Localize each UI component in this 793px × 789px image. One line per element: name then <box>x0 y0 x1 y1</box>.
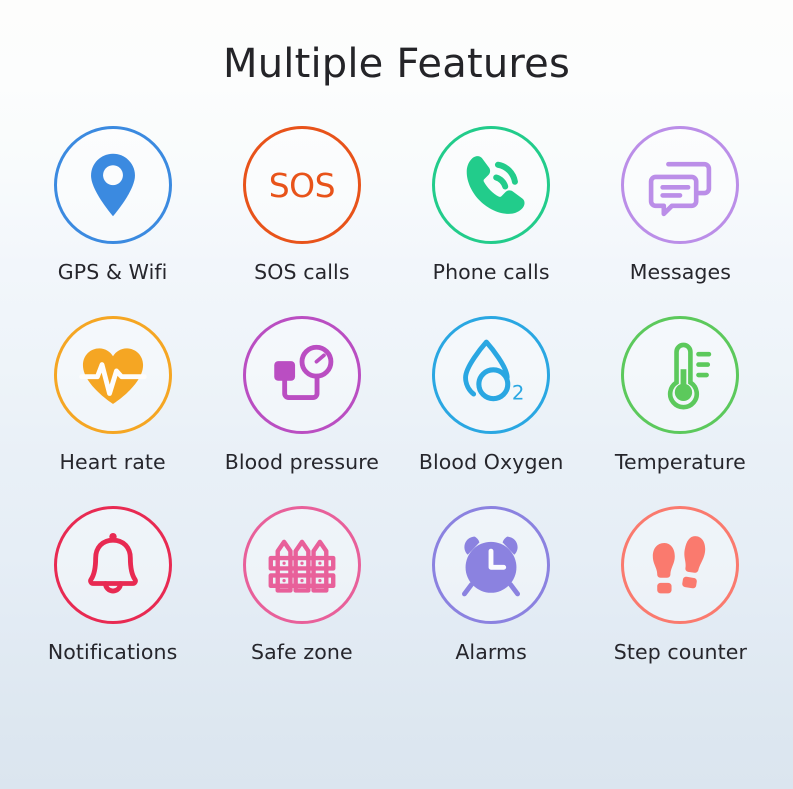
feature-icon-badge-blood-pressure[interactable] <box>242 316 361 434</box>
feature-blood-pressure[interactable]: Blood pressure <box>207 316 396 506</box>
feature-label: Heart rate <box>59 450 166 474</box>
svg-text:2: 2 <box>512 381 525 404</box>
feature-icon-badge-phone-calls[interactable] <box>432 126 551 244</box>
feature-safe-zone[interactable]: Safe zone <box>207 506 396 696</box>
feature-sos-calls[interactable]: SOS SOS calls <box>207 126 396 316</box>
feature-alarms[interactable]: Alarms <box>397 506 586 696</box>
feature-phone-calls[interactable]: Phone calls <box>397 126 586 316</box>
feature-notifications[interactable]: Notifications <box>18 506 207 696</box>
feature-icon-badge-notifications[interactable] <box>53 506 172 624</box>
feature-label: Phone calls <box>432 260 550 284</box>
feature-label: Safe zone <box>251 640 353 664</box>
features-grid: GPS & Wifi SOS SOS calls Phone calls Mes… <box>0 126 793 696</box>
feature-label: Messages <box>629 260 732 284</box>
sos-text-icon: SOS <box>268 165 336 205</box>
feature-label: Alarms <box>455 640 527 664</box>
feature-icon-badge-messages[interactable] <box>621 126 740 244</box>
feature-step-counter[interactable]: Step counter <box>586 506 775 696</box>
feature-label: Blood pressure <box>224 450 380 474</box>
feature-gps-wifi[interactable]: GPS & Wifi <box>18 126 207 316</box>
feature-label: SOS calls <box>254 260 350 284</box>
heart-pulse-icon <box>76 338 150 412</box>
feature-temperature[interactable]: Temperature <box>586 316 775 506</box>
map-pin-icon <box>76 148 150 222</box>
chat-bubbles-icon <box>643 148 717 222</box>
bell-icon <box>76 528 150 602</box>
feature-icon-badge-gps-wifi[interactable] <box>53 126 172 244</box>
feature-label: Temperature <box>614 450 746 474</box>
water-drop-o2-icon: 2 <box>454 338 528 412</box>
footprints-icon <box>643 528 717 602</box>
feature-blood-oxygen[interactable]: 2 Blood Oxygen <box>397 316 586 506</box>
feature-messages[interactable]: Messages <box>586 126 775 316</box>
feature-icon-badge-safe-zone[interactable] <box>242 506 361 624</box>
feature-label: Notifications <box>47 640 178 664</box>
feature-label: GPS & Wifi <box>57 260 168 284</box>
feature-icon-badge-heart-rate[interactable] <box>53 316 172 434</box>
feature-icon-badge-temperature[interactable] <box>621 316 740 434</box>
page-title: Multiple Features <box>223 41 570 87</box>
feature-icon-badge-alarms[interactable] <box>432 506 551 624</box>
feature-heart-rate[interactable]: Heart rate <box>18 316 207 506</box>
thermometer-icon <box>643 338 717 412</box>
feature-label: Blood Oxygen <box>418 450 564 474</box>
phone-call-icon <box>454 148 528 222</box>
feature-label: Step counter <box>613 640 748 664</box>
feature-icon-badge-blood-oxygen[interactable]: 2 <box>432 316 551 434</box>
feature-icon-badge-step-counter[interactable] <box>621 506 740 624</box>
feature-icon-badge-sos-calls[interactable]: SOS <box>242 126 361 244</box>
features-page: Multiple Features GPS & Wifi SOS SOS cal… <box>0 0 793 789</box>
fence-icon <box>265 528 339 602</box>
blood-pressure-cuff-icon <box>265 338 339 412</box>
alarm-clock-icon <box>454 528 528 602</box>
